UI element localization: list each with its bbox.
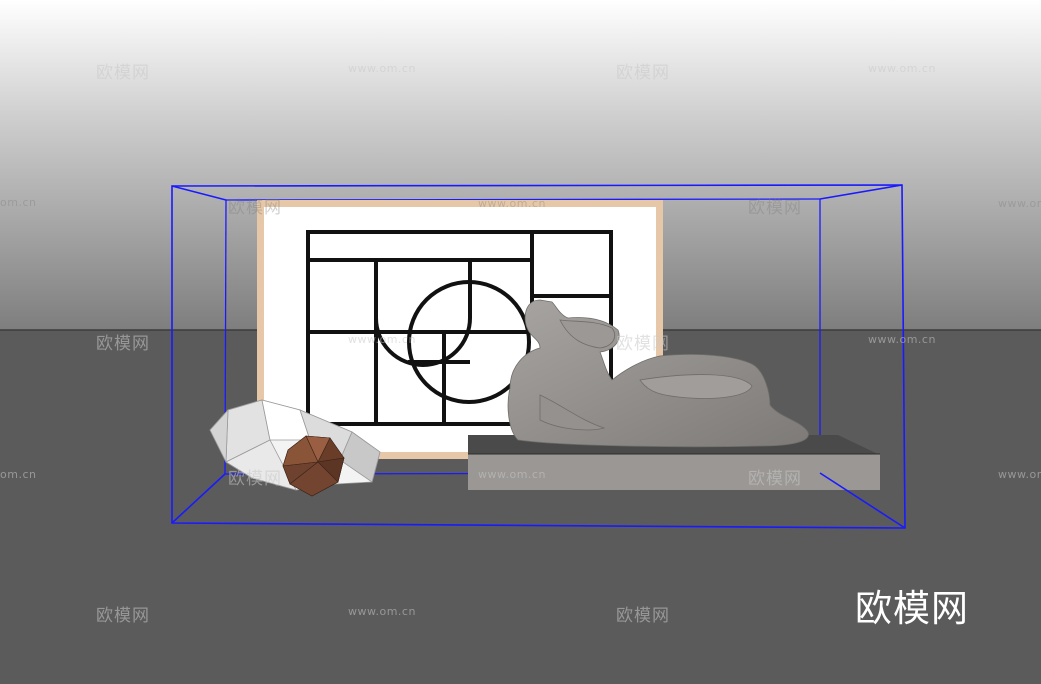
watermark-brand: 欧模网: [748, 469, 802, 489]
watermark-brand: 欧模网: [96, 606, 150, 626]
watermark-url: www.om.cn: [998, 468, 1041, 481]
watermark-brand: 欧模网: [616, 334, 670, 354]
watermark-brand: 欧模网: [96, 63, 150, 83]
watermark-url: www.om.cn: [998, 197, 1041, 210]
watermark-brand: 欧模网: [616, 606, 670, 626]
watermark-url-cut: om.cn: [0, 196, 37, 209]
watermark-url: www.om.cn: [868, 333, 936, 346]
watermark-brand: 欧模网: [616, 63, 670, 83]
watermark-url: www.om.cn: [348, 333, 416, 346]
watermark-url: www.om.cn: [478, 197, 546, 210]
watermark-brand: 欧模网: [228, 469, 282, 489]
watermark-url: www.om.cn: [348, 605, 416, 618]
watermark-url-cut: om.cn: [0, 468, 37, 481]
watermark-brand: 欧模网: [748, 198, 802, 218]
watermark-url: www.om.cn: [478, 468, 546, 481]
watermark-brand: 欧模网: [228, 198, 282, 218]
watermark-url: www.om.cn: [348, 62, 416, 75]
brand-logo-text: 欧模网: [855, 587, 969, 630]
watermark-url: www.om.cn: [868, 62, 936, 75]
watermark-brand: 欧模网: [96, 334, 150, 354]
